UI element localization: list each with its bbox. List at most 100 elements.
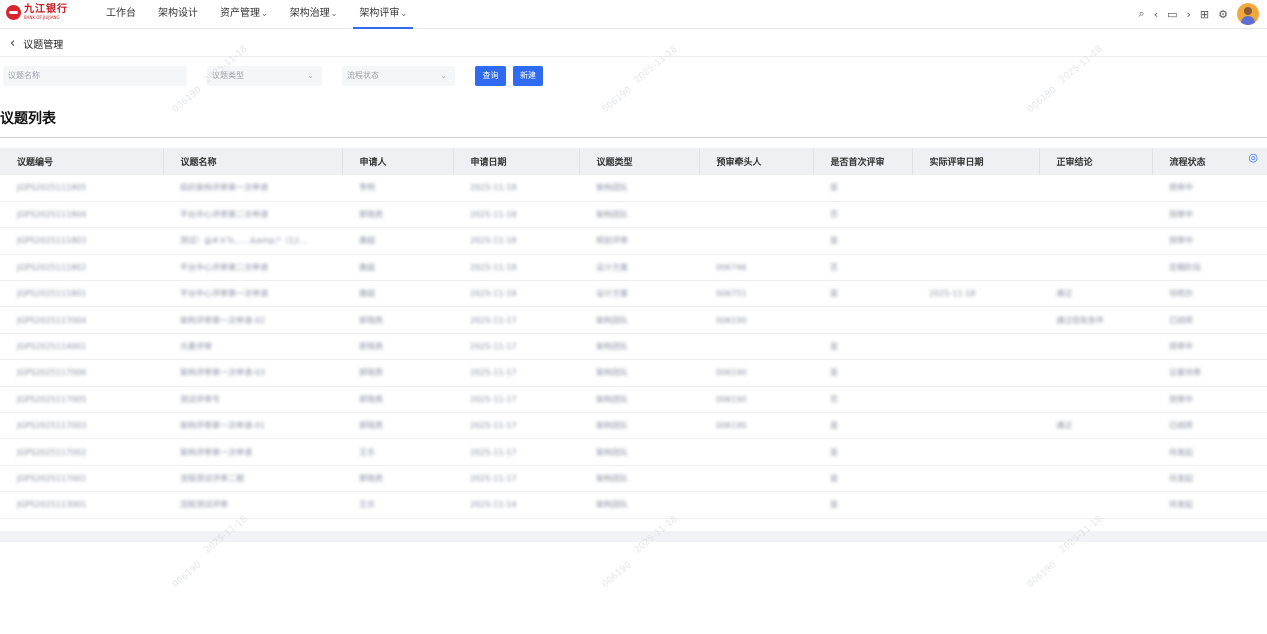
query-button[interactable]: 查询 xyxy=(475,66,506,86)
table-cell xyxy=(699,227,813,255)
cell-text: 006190 xyxy=(716,315,747,325)
bank-logo[interactable]: 九江银行 BANK OF JIUJIANG xyxy=(6,5,68,20)
topic-name-placeholder: 议题名称 xyxy=(8,71,40,80)
table-cell xyxy=(912,306,1039,334)
table-cell xyxy=(912,254,1039,282)
table-cell: 架构团队 xyxy=(579,412,699,440)
table-row[interactable]: JGPS2025111804 平台中心评审第二次申请 郭晓燕 2025-11-18 架构… xyxy=(0,201,1267,229)
cell-text: 待发起 xyxy=(1169,447,1193,457)
chevron-down-icon: ⌄ xyxy=(440,71,447,80)
settings-gear-icon[interactable]: ⚙ xyxy=(1218,8,1228,21)
cell-text: 006751 xyxy=(716,289,747,299)
table-cell: 是 xyxy=(813,175,912,202)
cell-text: 2025-11-17 xyxy=(470,473,517,483)
column-header: 正审结论 xyxy=(1039,148,1153,175)
org-chart-icon[interactable]: ⊞ xyxy=(1200,8,1209,21)
chevron-right-icon[interactable]: › xyxy=(1187,8,1191,21)
nav-item[interactable]: 架构治理⌄ xyxy=(284,0,344,29)
table-row[interactable]: JGPS2025117002 架构评审第一次申请 王乐 2025-11-17 架构团队 是… xyxy=(0,438,1267,466)
cell-text: 架构团队 xyxy=(596,500,628,510)
watermark: 006190 xyxy=(170,85,204,115)
table-cell: 架构团队 xyxy=(579,175,699,202)
top-toolbar: ⌕ ‹ ▭ › ⊞ ⚙ xyxy=(1139,3,1259,25)
table-row[interactable]: JGPS2025113001 流程测试评审 王乐 2025-11-14 架构团队 是 待发起 xyxy=(0,491,1267,519)
table-row[interactable]: JGPS2025117005 测试评审号 郭晓燕 2025-11-17 架构团队 0061… xyxy=(0,386,1267,414)
table-cell: 2025-11-18 xyxy=(453,280,579,308)
table-cell: 是 xyxy=(813,280,912,308)
table-cell: JGPS2025117005 xyxy=(0,386,163,414)
table-body: JGPS2025111805 组织架构评审第一次申请 李明 2025-11-18 架构团… xyxy=(0,175,1267,519)
table-cell: 通过 xyxy=(1039,412,1152,440)
cell-text: 元素评审 xyxy=(180,342,212,352)
column-header: 是否首次评审 xyxy=(813,148,913,175)
table-row[interactable]: JGPS2025117004 架构评审第一次申请-02 郭晓燕 2025-11-17 架… xyxy=(0,306,1267,334)
table-cell: JGPS2025114001 xyxy=(0,333,163,361)
table-cell: 测试！@#￥%……&amp;*（12… xyxy=(163,227,342,255)
table-row[interactable]: JGPS2025111802 平台中心评审第二次申请 唐超 2025-11-18 设计方… xyxy=(0,254,1267,282)
window-icon[interactable]: ▭ xyxy=(1167,8,1177,21)
table-cell: 预审中 xyxy=(1152,175,1267,202)
table-cell xyxy=(1039,227,1152,255)
table-cell: 2025-11-17 xyxy=(453,359,579,387)
column-settings-icon[interactable]: ◎ xyxy=(1248,151,1258,164)
table-cell xyxy=(912,386,1039,414)
nav-item-label: 架构治理 xyxy=(289,8,330,19)
table-cell: 2025-11-17 xyxy=(453,386,579,414)
cell-text: JGPS2025111801 xyxy=(17,289,87,299)
table-cell: 唐超 xyxy=(342,280,453,308)
cell-text: 否 xyxy=(830,262,838,272)
table-row[interactable]: JGPS2025114001 元素评审 郭晓燕 2025-11-17 架构团队 是 预审中 xyxy=(0,333,1267,361)
table-row[interactable]: JGPS2025117001 流程测试评审二期 郭晓燕 2025-11-17 架构团队 是… xyxy=(0,465,1267,493)
table-cell: 2025-11-17 xyxy=(453,333,579,361)
table-cell: 王乐 xyxy=(342,438,453,466)
table-cell: 否 xyxy=(813,386,912,414)
chevron-left-icon[interactable]: ‹ xyxy=(1154,8,1158,21)
chevron-down-icon: ⌄ xyxy=(261,9,268,18)
table-cell xyxy=(912,438,1039,466)
watermark: 006190 xyxy=(1025,85,1059,115)
cell-text: 王乐 xyxy=(359,447,375,457)
cell-text: 设计方案 xyxy=(596,262,628,272)
table-row[interactable]: JGPS2025117006 架构评审第一次申请-03 郭晓燕 2025-11-17 架… xyxy=(0,359,1267,387)
nav-item[interactable]: 资产管理⌄ xyxy=(214,0,274,29)
cell-text: 2025-11-17 xyxy=(470,342,517,352)
table-cell: JGPS2025111802 xyxy=(0,254,163,282)
topic-table: 议题编号 议题名称 申请人 申请日期 议题类型 预审牵头人 是否首次评审 实际评审日期 正审结论… xyxy=(0,148,1267,519)
table-cell: JGPS2025111805 xyxy=(0,175,163,202)
cell-text: 架构评审第一次申请-02 xyxy=(180,315,266,325)
table-cell: 通过但有条件 xyxy=(1039,306,1152,334)
table-cell: 郭晓燕 xyxy=(342,201,453,229)
nav-item[interactable]: 架构设计 xyxy=(152,0,204,29)
nav-item-label: 资产管理 xyxy=(220,8,260,19)
table-cell: 郭晓燕 xyxy=(342,386,453,414)
table-row[interactable]: JGPS2025111801 平台中心评审第一次申请 唐超 2025-11-18 设计方… xyxy=(0,280,1267,308)
search-icon[interactable]: ⌕ xyxy=(1139,7,1145,21)
avatar[interactable] xyxy=(1237,3,1259,25)
chevron-down-icon: ⌄ xyxy=(400,9,408,18)
table-cell: JGPS2025117006 xyxy=(0,359,163,387)
table-cell: 006190 xyxy=(699,386,813,414)
back-arrow-icon[interactable]: ‹ xyxy=(10,36,15,51)
process-status-select[interactable]: 流程状态 ⌄ xyxy=(342,66,455,86)
table-row[interactable]: JGPS2025111803 测试！@#￥%……&amp;*（12… 唐超 2025-… xyxy=(0,227,1267,255)
nav-item[interactable]: 工作台 xyxy=(100,0,142,29)
table-cell xyxy=(699,465,813,493)
nav-item[interactable]: 架构评审⌄ xyxy=(353,0,413,29)
column-header: 申请日期 xyxy=(453,148,580,175)
table-row[interactable]: JGPS2025111805 组织架构评审第一次申请 李明 2025-11-18 架构团… xyxy=(0,175,1267,202)
table-cell: 组织架构评审第一次申请 xyxy=(163,175,342,202)
process-status-placeholder: 流程状态 xyxy=(347,71,379,80)
new-button[interactable]: 新建 xyxy=(513,66,543,86)
cell-text: 郭晓燕 xyxy=(359,342,383,352)
breadcrumb: ‹ 议题管理 xyxy=(10,34,63,52)
cell-text: 架构评审第一次申请-01 xyxy=(180,421,266,431)
watermark: 2025-11-18 xyxy=(1057,44,1105,86)
table-cell: 006751 xyxy=(699,280,813,308)
cell-text: 架构团队 xyxy=(596,447,628,457)
table-cell: 元素评审 xyxy=(163,333,342,361)
cell-text: 预审中 xyxy=(1169,183,1193,193)
cell-text: 待发起 xyxy=(1169,473,1193,483)
table-cell xyxy=(912,465,1039,493)
table-row[interactable]: JGPS2025117003 架构评审第一次申请-01 郭晓燕 2025-11-17 架… xyxy=(0,412,1267,440)
topic-name-input[interactable]: 议题名称 xyxy=(3,66,187,86)
